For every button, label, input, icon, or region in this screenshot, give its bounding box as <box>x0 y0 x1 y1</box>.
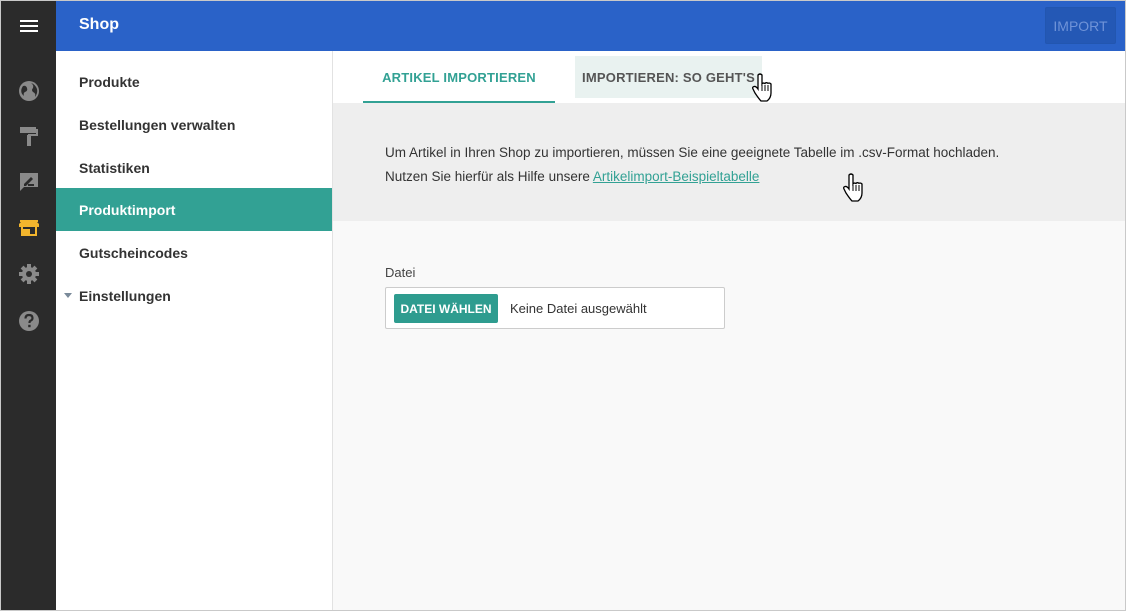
sidebar-item-gutscheincodes[interactable]: Gutscheincodes <box>56 231 332 274</box>
rail-settings-button[interactable] <box>17 262 41 286</box>
tab-artikel-importieren[interactable]: ARTIKEL IMPORTIEREN <box>363 51 555 103</box>
sidebar-item-einstellungen[interactable]: Einstellungen <box>56 274 332 317</box>
sidebar-item-label: Produkte <box>79 73 140 90</box>
rail-globe-button[interactable] <box>17 79 41 103</box>
file-status: Keine Datei ausgewählt <box>510 301 647 316</box>
paint-roller-icon <box>20 127 38 146</box>
edit-note-icon <box>20 173 38 191</box>
tab-bar: ARTIKEL IMPORTIEREN IMPORTIEREN: SO GEHT… <box>333 51 1125 103</box>
icon-rail <box>1 1 56 610</box>
sidebar-item-label: Gutscheincodes <box>79 244 188 261</box>
file-label: Datei <box>385 265 416 280</box>
sidebar-nav: Produkte Bestellungen verwalten Statisti… <box>56 51 333 610</box>
sidebar-item-produkte[interactable]: Produkte <box>56 60 332 103</box>
rail-design-button[interactable] <box>17 124 41 148</box>
sidebar-item-label: Bestellungen verwalten <box>79 116 236 133</box>
import-button[interactable]: IMPORT <box>1045 7 1116 44</box>
sidebar-item-produktimport[interactable]: Produktimport <box>56 188 332 231</box>
app-window: Shop IMPORT Produkte Bestellungen verwal… <box>0 0 1126 611</box>
info-box: Um Artikel in Ihren Shop zu importieren,… <box>333 103 1125 221</box>
top-bar: Shop IMPORT <box>56 1 1125 51</box>
rail-content-button[interactable] <box>17 170 41 194</box>
sidebar-item-statistiken[interactable]: Statistiken <box>56 146 332 189</box>
choose-file-button[interactable]: DATEI WÄHLEN <box>394 294 498 323</box>
sidebar-item-label: Produktimport <box>79 201 176 218</box>
caret-down-icon <box>64 293 72 298</box>
app-title: Shop <box>79 16 119 33</box>
menu-icon <box>19 20 38 32</box>
sidebar-item-label: Einstellungen <box>79 287 171 304</box>
info-text: Um Artikel in Ihren Shop zu importieren,… <box>385 141 1025 189</box>
sidebar-item-label: Statistiken <box>79 159 150 176</box>
menu-button[interactable] <box>1 1 56 51</box>
sample-table-link[interactable]: Artikelimport-Beispieltabelle <box>593 169 760 184</box>
rail-help-button[interactable] <box>17 309 41 333</box>
globe-icon <box>19 81 39 101</box>
main-content: ARTIKEL IMPORTIEREN IMPORTIEREN: SO GEHT… <box>333 51 1125 610</box>
help-icon <box>19 311 39 331</box>
gear-icon <box>19 264 39 284</box>
rail-shop-button[interactable] <box>17 216 41 240</box>
tab-so-gehts[interactable]: IMPORTIEREN: SO GEHT'S <box>575 56 762 98</box>
file-input[interactable]: DATEI WÄHLEN Keine Datei ausgewählt <box>385 287 725 329</box>
store-icon <box>19 220 39 236</box>
sidebar-item-bestellungen[interactable]: Bestellungen verwalten <box>56 103 332 146</box>
